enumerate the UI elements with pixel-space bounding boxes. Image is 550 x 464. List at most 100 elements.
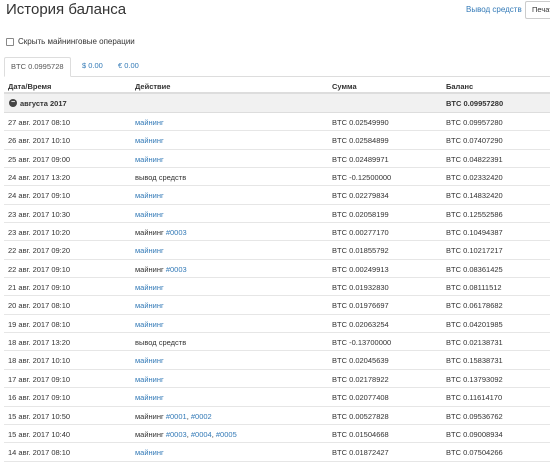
action-link[interactable]: майнинг xyxy=(135,375,164,384)
balance-history-table: Дата/Время Действие Сумма Баланс − авгус… xyxy=(4,78,550,462)
action-link[interactable]: майнинг xyxy=(135,320,164,329)
row-balance: BTC 0.02138731 xyxy=(446,338,503,348)
month-group-row[interactable]: − августа 2017 BTC 0.09957280 xyxy=(4,94,550,113)
row-balance: BTC 0.08111512 xyxy=(446,283,502,293)
worker-ref-link[interactable]: #0003 xyxy=(166,228,187,237)
row-action: майнинг xyxy=(135,191,164,200)
row-balance: BTC 0.07504266 xyxy=(446,448,503,458)
row-amount: BTC 0.00527828 xyxy=(332,411,389,421)
worker-ref-link[interactable]: #0005 xyxy=(216,430,237,439)
row-action: майнинг xyxy=(135,246,164,255)
row-amount: BTC 0.02063254 xyxy=(332,319,389,329)
row-action: майнинг #0003 xyxy=(135,228,187,237)
row-action: майнинг xyxy=(135,118,164,127)
row-balance: BTC 0.11614170 xyxy=(446,393,503,403)
action-link[interactable]: майнинг xyxy=(135,118,164,127)
action-link[interactable]: майнинг xyxy=(135,191,164,200)
row-date: 14 авг. 2017 08:10 xyxy=(8,448,71,458)
worker-ref-link[interactable]: #0002 xyxy=(191,412,212,421)
hide-mining-checkbox[interactable] xyxy=(6,37,14,46)
action-link[interactable]: майнинг xyxy=(135,136,164,145)
row-date: 21 авг. 2017 09:10 xyxy=(8,283,71,293)
table-row: 19 авг. 2017 08:10 майнинг BTC 0.02063254 B… xyxy=(4,315,550,334)
header-action[interactable]: Действие xyxy=(135,82,170,91)
row-date: 18 авг. 2017 10:10 xyxy=(8,356,71,366)
row-amount: BTC 0.02045639 xyxy=(332,356,389,366)
row-date: 27 авг. 2017 08:10 xyxy=(8,118,71,127)
month-group-title: августа 2017 xyxy=(20,99,67,108)
row-balance: BTC 0.12552586 xyxy=(446,209,503,219)
table-row: 15 авг. 2017 10:50 майнинг #0001, #0002 BT… xyxy=(4,407,550,425)
action-link[interactable]: майнинг xyxy=(135,246,164,255)
row-amount: BTC -0.13700000 xyxy=(332,338,392,348)
action-link[interactable]: майнинг xyxy=(135,448,164,457)
row-balance: BTC 0.14832420 xyxy=(446,191,503,201)
worker-ref-link[interactable]: #0001 xyxy=(166,412,187,421)
row-action: майнинг xyxy=(135,136,164,145)
row-balance: BTC 0.15838731 xyxy=(446,356,503,366)
row-action: вывод средств xyxy=(135,173,186,182)
row-date: 15 авг. 2017 10:40 xyxy=(8,429,71,439)
row-balance: BTC 0.07407290 xyxy=(446,136,503,146)
table-row: 16 авг. 2017 09:10 майнинг BTC 0.02077408 B… xyxy=(4,388,550,407)
worker-ref-link[interactable]: #0004 xyxy=(191,430,212,439)
tab-eur[interactable]: € 0.00 xyxy=(112,57,145,77)
tab-usd[interactable]: $ 0.00 xyxy=(76,57,109,77)
row-date: 22 авг. 2017 09:20 xyxy=(8,246,71,256)
row-action: майнинг xyxy=(135,375,164,384)
header-balance[interactable]: Баланс xyxy=(446,82,473,91)
row-action: майнинг xyxy=(135,448,164,457)
row-date: 23 авг. 2017 10:20 xyxy=(8,228,71,238)
withdraw-link[interactable]: Вывод средств xyxy=(466,5,522,14)
action-link[interactable]: майнинг xyxy=(135,283,164,292)
row-amount: BTC 0.02489971 xyxy=(332,154,389,164)
table-row: 20 авг. 2017 08:10 майнинг BTC 0.01976697 B… xyxy=(4,296,550,315)
table-row: 24 авг. 2017 13:20 вывод средств BTC -0.12… xyxy=(4,168,550,187)
row-action: майнинг #0003, #0004, #0005 xyxy=(135,430,237,439)
row-date: 22 авг. 2017 09:10 xyxy=(8,264,71,274)
row-date: 16 авг. 2017 09:10 xyxy=(8,393,71,403)
tab-btc[interactable]: BTC 0.0995728 xyxy=(4,57,71,77)
row-balance: BTC 0.04201985 xyxy=(446,319,503,329)
action-link[interactable]: майнинг xyxy=(135,210,164,219)
row-amount: BTC 0.02058199 xyxy=(332,209,389,219)
action-link[interactable]: майнинг xyxy=(135,393,164,402)
action-link[interactable]: майнинг xyxy=(135,155,164,164)
action-text: вывод средств xyxy=(135,338,187,348)
action-text: майнинг xyxy=(135,228,164,238)
worker-ref-link[interactable]: #0003 xyxy=(166,265,187,274)
table-header: Дата/Время Действие Сумма Баланс xyxy=(4,78,550,94)
hide-mining-label: Скрыть майнинговые операции xyxy=(18,37,135,46)
table-row: 15 авг. 2017 10:40 майнинг #0003, #0004, … xyxy=(4,425,550,444)
row-amount: BTC 0.01976697 xyxy=(332,301,389,311)
hide-mining-filter[interactable]: Скрыть майнинговые операции xyxy=(6,37,135,46)
row-amount: BTC 0.02077408 xyxy=(332,393,389,403)
row-amount: BTC 0.02178922 xyxy=(332,374,389,384)
collapse-minus-icon[interactable]: − xyxy=(9,99,17,107)
row-date: 24 авг. 2017 13:20 xyxy=(8,173,71,183)
print-button[interactable]: Печать xyxy=(525,1,550,19)
row-balance: BTC 0.08361425 xyxy=(446,264,503,274)
row-action: майнинг xyxy=(135,301,164,310)
row-date: 18 авг. 2017 13:20 xyxy=(8,338,71,348)
row-action: майнинг xyxy=(135,356,164,365)
action-link[interactable]: майнинг xyxy=(135,301,164,310)
row-amount: BTC -0.12500000 xyxy=(332,173,392,183)
action-text: майнинг xyxy=(135,411,164,421)
row-date: 15 авг. 2017 10:50 xyxy=(8,411,71,421)
row-action: майнинг xyxy=(135,283,164,292)
table-row: 23 авг. 2017 10:30 майнинг BTC 0.02058199 B… xyxy=(4,205,550,224)
table-row: 22 авг. 2017 09:20 майнинг BTC 0.01855792 B… xyxy=(4,241,550,260)
worker-ref-link[interactable]: #0003 xyxy=(166,430,187,439)
month-group-balance: BTC 0.09957280 xyxy=(446,99,504,108)
table-row: 21 авг. 2017 09:10 майнинг BTC 0.01932830 B… xyxy=(4,278,550,297)
row-date: 19 авг. 2017 08:10 xyxy=(8,319,71,329)
row-amount: BTC 0.02584899 xyxy=(332,136,389,146)
action-link[interactable]: майнинг xyxy=(135,356,164,365)
row-action: вывод средств xyxy=(135,338,186,347)
row-date: 23 авг. 2017 10:30 xyxy=(8,209,71,219)
page-title: История баланса xyxy=(6,1,127,18)
row-balance: BTC 0.13793092 xyxy=(446,374,503,384)
header-date[interactable]: Дата/Время xyxy=(8,82,51,91)
header-amount[interactable]: Сумма xyxy=(332,82,357,91)
